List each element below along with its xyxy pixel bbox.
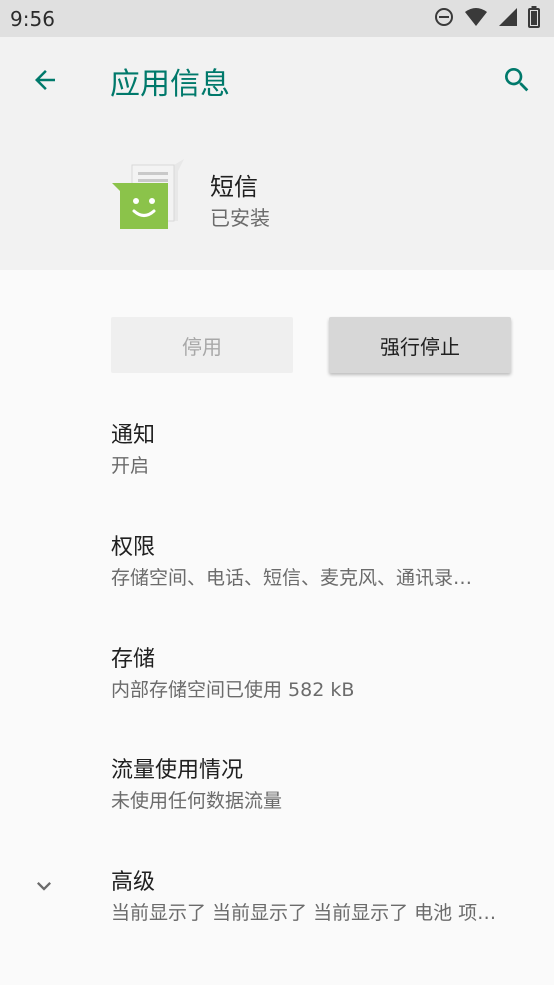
wifi-icon xyxy=(464,7,488,31)
pref-advanced[interactable]: 高级 当前显示了 当前显示了 当前显示了 电池 项… xyxy=(0,864,554,960)
pref-data-usage[interactable]: 流量使用情况 未使用任何数据流量 xyxy=(0,752,554,848)
pref-title: 通知 xyxy=(111,423,156,448)
chevron-down-icon xyxy=(28,870,60,902)
disable-button[interactable]: 停用 xyxy=(111,317,293,373)
search-icon xyxy=(505,68,529,92)
pref-summary: 开启 xyxy=(111,455,150,477)
status-time: 9:56 xyxy=(10,6,55,31)
pref-title: 存储 xyxy=(111,647,156,672)
search-button[interactable] xyxy=(496,59,538,101)
pref-summary: 当前显示了 当前显示了 当前显示了 电池 项… xyxy=(111,902,497,924)
app-bar: 应用信息 xyxy=(0,37,554,123)
arrow-back-icon xyxy=(35,70,55,90)
page-title: 应用信息 xyxy=(110,67,230,102)
pref-summary: 存储空间、电话、短信、麦克风、通讯录… xyxy=(111,567,473,589)
pref-storage[interactable]: 存储 内部存储空间已使用 582 kB xyxy=(0,641,554,737)
pref-summary: 内部存储空间已使用 582 kB xyxy=(111,679,355,701)
app-install-status: 已安装 xyxy=(210,206,270,230)
messaging-app-icon xyxy=(110,157,190,237)
pref-title: 权限 xyxy=(111,535,156,560)
app-info: 短信 已安装 xyxy=(0,157,554,247)
pref-permissions[interactable]: 权限 存储空间、电话、短信、麦克风、通讯录… xyxy=(0,529,554,625)
back-button[interactable] xyxy=(24,59,66,101)
pref-title: 流量使用情况 xyxy=(111,758,244,783)
pref-summary: 未使用任何数据流量 xyxy=(111,790,283,812)
status-bar: 9:56 xyxy=(0,0,554,37)
app-name: 短信 xyxy=(210,173,258,201)
dnd-icon xyxy=(434,7,454,31)
battery-icon xyxy=(528,5,540,32)
force-stop-button[interactable]: 强行停止 xyxy=(329,317,511,373)
app-header: 应用信息 短信 已安装 xyxy=(0,37,554,270)
pref-notifications[interactable]: 通知 开启 xyxy=(0,417,554,513)
pref-title: 高级 xyxy=(111,870,156,895)
status-icons xyxy=(434,5,540,32)
signal-icon xyxy=(498,7,518,31)
